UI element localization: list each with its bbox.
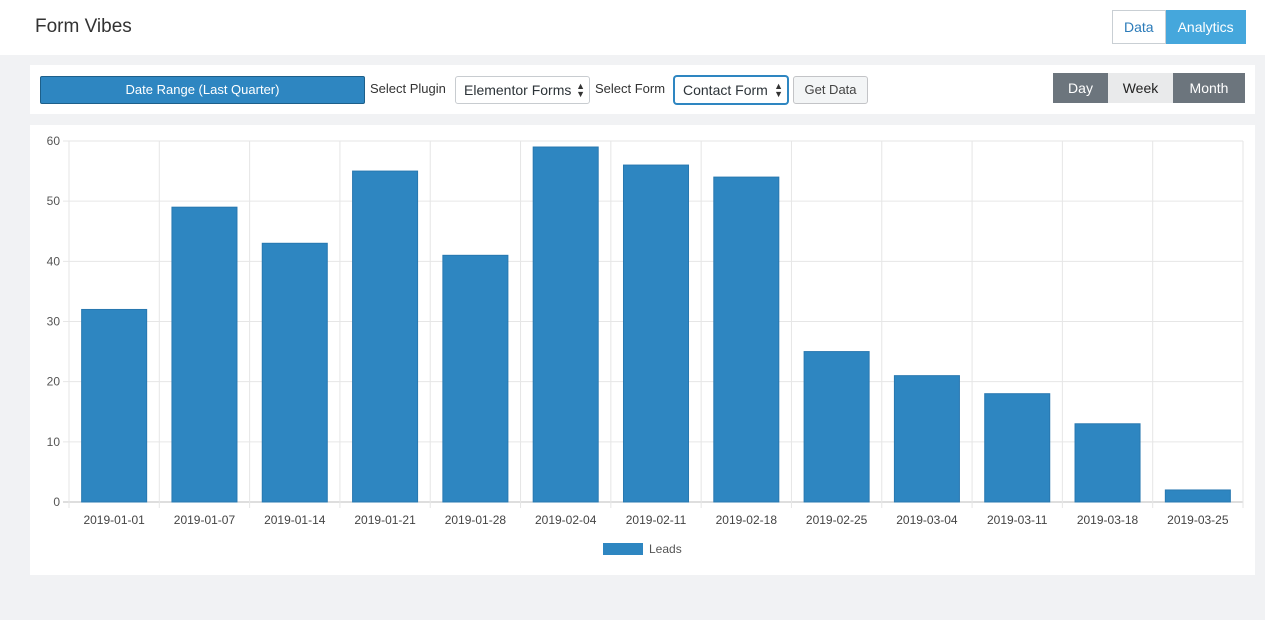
y-tick-label: 30 [47, 315, 61, 329]
bar [622, 164, 690, 503]
period-week-button[interactable]: Week [1108, 73, 1173, 103]
app-title: Form Vibes [35, 16, 132, 37]
y-tick-label: 60 [47, 134, 61, 148]
chart-panel: 0 10 20 30 40 50 60 2019-01-01 2019-01-07 2019-01… [30, 125, 1255, 575]
x-tick-label: 2019-03-18 [1077, 513, 1139, 527]
view-toggle: Data Analytics [1112, 10, 1246, 44]
bar [442, 254, 509, 503]
y-tick-label: 0 [53, 495, 60, 509]
top-bar: Form Vibes Data Analytics [0, 0, 1265, 55]
leads-bar-chart: 0 10 20 30 40 50 60 2019-01-01 2019-01-07 2019-01… [47, 134, 1244, 527]
x-tick-label: 2019-01-21 [354, 513, 416, 527]
bar [1074, 423, 1141, 503]
x-tick-label: 2019-02-04 [535, 513, 597, 527]
date-range-button[interactable]: Date Range (Last Quarter) [40, 76, 365, 104]
bar [261, 242, 328, 503]
x-tick-label: 2019-03-04 [896, 513, 958, 527]
bar [171, 206, 238, 503]
get-data-button[interactable]: Get Data [793, 76, 868, 104]
bar [1164, 489, 1231, 503]
period-day-button[interactable]: Day [1053, 73, 1108, 103]
bar [81, 308, 148, 503]
form-label: Select Form [595, 81, 666, 96]
period-month-button[interactable]: Month [1173, 73, 1245, 103]
tab-analytics[interactable]: Analytics [1165, 10, 1246, 44]
select-arrows-icon: ▲ ▼ [774, 81, 783, 99]
x-tick-label: 2019-01-01 [83, 513, 145, 527]
x-tick-label: 2019-02-11 [626, 513, 687, 527]
form-select-value: Contact Form [683, 82, 768, 98]
x-tick-label: 2019-02-18 [716, 513, 778, 527]
plugin-label: Select Plugin [370, 81, 446, 96]
bar [532, 146, 599, 503]
x-tick-label: 2019-01-28 [445, 513, 507, 527]
y-tick-label: 20 [47, 375, 61, 389]
bar [803, 351, 870, 503]
x-tick-label: 2019-01-14 [264, 513, 326, 527]
plugin-select[interactable]: Elementor Forms ▲ ▼ [455, 76, 590, 104]
y-tick-label: 50 [47, 194, 61, 208]
x-tick-label: 2019-03-25 [1167, 513, 1229, 527]
chart-legend[interactable]: Leads [603, 542, 682, 556]
y-tick-label: 40 [47, 254, 61, 268]
y-tick-label: 10 [47, 435, 61, 449]
bar [893, 375, 960, 503]
tab-data[interactable]: Data [1112, 10, 1166, 44]
bar [352, 170, 419, 503]
legend-label: Leads [649, 542, 682, 556]
x-tick-label: 2019-03-11 [987, 513, 1048, 527]
legend-swatch [603, 543, 643, 555]
select-arrows-icon: ▲ ▼ [576, 81, 585, 99]
form-select[interactable]: Contact Form ▲ ▼ [674, 76, 788, 104]
plugin-select-value: Elementor Forms [464, 82, 572, 98]
bar [984, 393, 1051, 503]
x-tick-label: 2019-02-25 [806, 513, 868, 527]
filter-toolbar: Date Range (Last Quarter) Select Plugin … [30, 65, 1255, 114]
x-tick-label: 2019-01-07 [174, 513, 236, 527]
period-toggle: Day Week Month [1053, 73, 1245, 103]
bar [713, 176, 780, 503]
